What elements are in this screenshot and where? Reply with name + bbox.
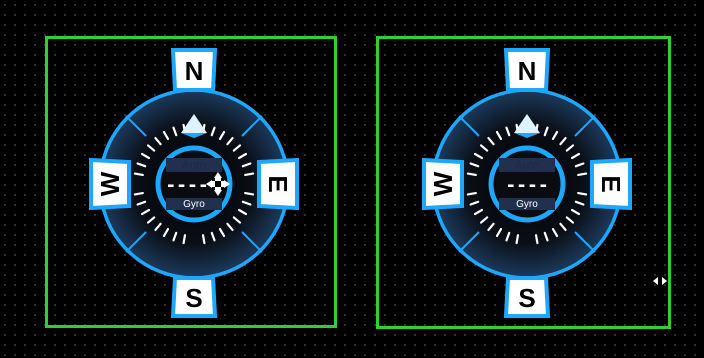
cardinal-north-tab: N [170, 48, 218, 92]
compass-tick [182, 234, 187, 245]
compass-tick [133, 191, 144, 196]
cardinal-south-label: S [185, 283, 202, 313]
compass-tick [577, 172, 588, 177]
cardinal-west-tab: W [89, 157, 131, 211]
compass-widget-frame-left[interactable]: Auto ---- Gyro N S E W [45, 36, 337, 328]
mode-label-auto: Auto [182, 158, 207, 172]
cardinal-north-tab: N [503, 48, 551, 92]
compass-right[interactable]: Auto ---- Gyro N S E W [422, 48, 632, 318]
compass-tick [244, 172, 255, 177]
cardinal-east-label: E [596, 175, 626, 192]
compass-right-graphic: Auto ---- Gyro N S E W [422, 48, 632, 318]
compass-tick [466, 191, 477, 196]
mode-label-gyro: Gyro [183, 199, 205, 210]
compass-widget-frame-right[interactable]: Auto ---- Gyro N S E W [376, 36, 671, 329]
heading-readout: ---- [505, 175, 548, 196]
compass-left-graphic: Auto ---- Gyro N S E W [89, 48, 299, 318]
mode-label-gyro: Gyro [516, 199, 538, 210]
compass-tick [466, 172, 477, 177]
cardinal-east-tab: E [590, 157, 632, 211]
compass-tick [534, 234, 539, 245]
heading-readout: ---- [165, 175, 208, 196]
cardinal-east-tab: E [257, 157, 299, 211]
cardinal-south-label: S [518, 283, 535, 313]
cardinal-west-label: W [95, 171, 125, 196]
cardinal-east-label: E [263, 175, 293, 192]
compass-tick [133, 172, 144, 177]
compass-tick [244, 191, 255, 196]
cardinal-south-tab: S [503, 276, 551, 318]
horizontal-resize-icon[interactable] [653, 276, 667, 286]
compass-tick [201, 234, 206, 245]
compass-tick [577, 191, 588, 196]
cardinal-north-label: N [518, 56, 537, 86]
cardinal-west-tab: W [422, 157, 464, 211]
cardinal-north-label: N [185, 56, 204, 86]
cardinal-south-tab: S [170, 276, 218, 318]
compass-left[interactable]: Auto ---- Gyro N S E W [89, 48, 299, 318]
cardinal-west-label: W [428, 171, 458, 196]
mode-label-auto: Auto [515, 158, 540, 172]
compass-tick [515, 234, 520, 245]
